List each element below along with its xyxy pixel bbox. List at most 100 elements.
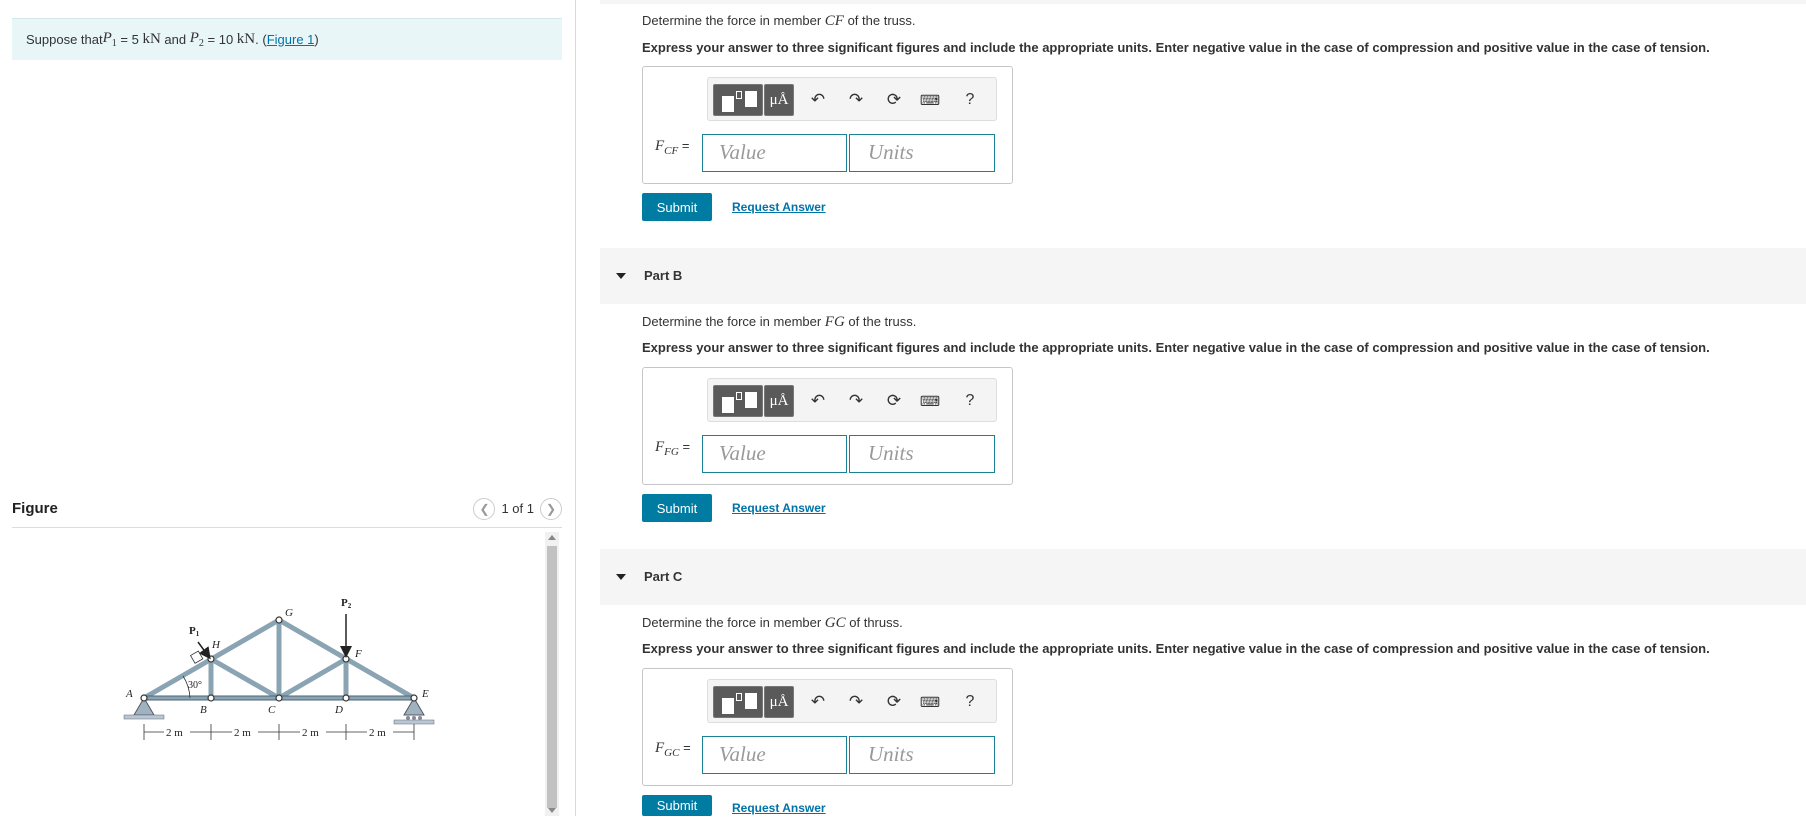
dim-3: 2 m bbox=[302, 727, 319, 739]
support-e bbox=[393, 697, 435, 725]
p2-symbol: P2 bbox=[189, 30, 204, 49]
member-fg: FG bbox=[824, 314, 845, 330]
right-pane: Determine the force in member CF of the … bbox=[600, 0, 1806, 816]
undo-icon[interactable]: ↶ bbox=[806, 88, 830, 112]
label-b: B bbox=[200, 704, 207, 716]
templates-button[interactable] bbox=[713, 385, 763, 417]
part-c-title: Part C bbox=[644, 569, 683, 584]
instructions-part-b: Express your answer to three significant… bbox=[642, 340, 1710, 355]
units-input-part-c[interactable]: Units bbox=[849, 736, 995, 774]
problem-prefix: Suppose that bbox=[26, 32, 103, 47]
submit-button-part-a[interactable]: Submit bbox=[642, 193, 712, 221]
answer-box-part-c: μÅ ↶ ↷ ⟳ ⌨ ? FGC = Value Units bbox=[642, 668, 1013, 786]
caret-down-icon bbox=[616, 273, 626, 279]
units-button[interactable]: μÅ bbox=[764, 686, 794, 718]
undo-icon[interactable]: ↶ bbox=[806, 389, 830, 413]
submit-button-part-b[interactable]: Submit bbox=[642, 494, 712, 522]
undo-icon[interactable]: ↶ bbox=[806, 690, 830, 714]
help-button[interactable]: ? bbox=[958, 690, 982, 714]
help-button[interactable]: ? bbox=[958, 389, 982, 413]
math-toolbar-part-c: μÅ ↶ ↷ ⟳ ⌨ ? bbox=[707, 679, 997, 723]
left-pane: Suppose that P1 = 5 kN and P2 = 10 kN . … bbox=[0, 0, 575, 816]
label-angle: 30° bbox=[188, 680, 202, 691]
p2-unit: kN bbox=[236, 31, 256, 47]
answer-box-part-b: μÅ ↶ ↷ ⟳ ⌨ ? FFG = Value Units bbox=[642, 367, 1013, 485]
reset-icon[interactable]: ⟳ bbox=[882, 389, 906, 413]
p2-equals: = 10 bbox=[203, 32, 237, 47]
figure-header: Figure ❮ 1 of 1 ❯ bbox=[12, 490, 562, 528]
figure-scrollbar[interactable] bbox=[545, 532, 559, 816]
units-button[interactable]: μÅ bbox=[764, 385, 794, 417]
chevron-right-icon[interactable]: ❯ bbox=[540, 497, 562, 520]
close-paren: ) bbox=[314, 32, 319, 47]
units-input-part-b[interactable]: Units bbox=[849, 435, 995, 473]
value-input-part-b[interactable]: Value bbox=[702, 435, 847, 473]
help-button[interactable]: ? bbox=[958, 88, 982, 112]
scroll-down-icon[interactable] bbox=[548, 808, 556, 813]
submit-button-part-c[interactable]: Submit bbox=[642, 795, 712, 816]
label-e: E bbox=[421, 688, 429, 700]
scroll-up-icon[interactable] bbox=[548, 535, 556, 540]
value-input-part-a[interactable]: Value bbox=[702, 134, 847, 172]
answer-label-part-a: FCF = bbox=[655, 138, 690, 157]
p1-symbol: P1 bbox=[102, 30, 117, 49]
redo-icon[interactable]: ↷ bbox=[844, 389, 868, 413]
templates-button[interactable] bbox=[713, 84, 763, 116]
truss-figure: A B C D E F G H P1 P2 30° 2 m 2 m 2 m 2 … bbox=[12, 530, 542, 816]
caret-down-icon bbox=[616, 574, 626, 580]
label-p1: P1 bbox=[189, 625, 200, 638]
member-cf: CF bbox=[824, 13, 844, 29]
reset-icon[interactable]: ⟳ bbox=[882, 690, 906, 714]
chevron-left-icon[interactable]: ❮ bbox=[473, 497, 496, 520]
units-button[interactable]: μÅ bbox=[764, 84, 794, 116]
reset-icon[interactable]: ⟳ bbox=[882, 88, 906, 112]
part-c-header[interactable]: Part C bbox=[600, 549, 1806, 605]
part-b-title: Part B bbox=[644, 268, 683, 283]
math-toolbar-part-b: μÅ ↶ ↷ ⟳ ⌨ ? bbox=[707, 378, 997, 422]
label-a: A bbox=[125, 688, 133, 700]
instructions-part-a: Express your answer to three significant… bbox=[642, 40, 1710, 55]
pane-divider bbox=[575, 0, 576, 816]
truss-diagram: A B C D E F G H P1 P2 30° 2 m 2 m 2 m 2 … bbox=[123, 597, 435, 740]
label-p2: P2 bbox=[341, 597, 352, 610]
truss-members bbox=[141, 617, 417, 701]
math-toolbar-part-a: μÅ ↶ ↷ ⟳ ⌨ ? bbox=[707, 77, 997, 121]
figure-link[interactable]: Figure 1 bbox=[267, 32, 315, 47]
answer-label-part-c: FGC = bbox=[655, 740, 691, 759]
question-part-a: Determine the force in member CF of the … bbox=[642, 13, 916, 29]
member-gc: GC bbox=[824, 615, 846, 631]
request-answer-link-part-c[interactable]: Request Answer bbox=[732, 801, 826, 815]
problem-statement: Suppose that P1 = 5 kN and P2 = 10 kN . … bbox=[12, 18, 562, 60]
dim-4: 2 m bbox=[369, 727, 386, 739]
redo-icon[interactable]: ↷ bbox=[844, 88, 868, 112]
templates-button[interactable] bbox=[713, 686, 763, 718]
top-band bbox=[600, 0, 1806, 4]
dot-text: . ( bbox=[255, 32, 267, 47]
question-part-b: Determine the force in member FG of the … bbox=[642, 314, 917, 330]
keyboard-icon[interactable]: ⌨ bbox=[918, 690, 942, 714]
label-h: H bbox=[211, 639, 221, 651]
pager-text: 1 of 1 bbox=[501, 501, 534, 516]
redo-icon[interactable]: ↷ bbox=[844, 690, 868, 714]
figure-pager: ❮ 1 of 1 ❯ bbox=[473, 497, 562, 520]
question-part-c: Determine the force in member GC of thru… bbox=[642, 615, 903, 631]
p1-arrow bbox=[197, 641, 211, 660]
answer-box-part-a: μÅ ↶ ↷ ⟳ ⌨ ? FCF = Value Units bbox=[642, 66, 1013, 184]
keyboard-icon[interactable]: ⌨ bbox=[918, 88, 942, 112]
dim-2: 2 m bbox=[234, 727, 251, 739]
answer-label-part-b: FFG = bbox=[655, 439, 691, 458]
keyboard-icon[interactable]: ⌨ bbox=[918, 389, 942, 413]
label-g: G bbox=[285, 607, 293, 619]
scroll-thumb[interactable] bbox=[547, 546, 557, 808]
value-input-part-c[interactable]: Value bbox=[702, 736, 847, 774]
request-answer-link-part-b[interactable]: Request Answer bbox=[732, 501, 826, 515]
figure-title: Figure bbox=[12, 500, 58, 517]
p1-equals: = 5 bbox=[116, 32, 143, 47]
label-c: C bbox=[268, 704, 276, 716]
dim-1: 2 m bbox=[166, 727, 183, 739]
and-text: and bbox=[160, 32, 190, 47]
units-input-part-a[interactable]: Units bbox=[849, 134, 995, 172]
part-b-header[interactable]: Part B bbox=[600, 248, 1806, 304]
request-answer-link-part-a[interactable]: Request Answer bbox=[732, 200, 826, 214]
label-d: D bbox=[334, 704, 343, 716]
